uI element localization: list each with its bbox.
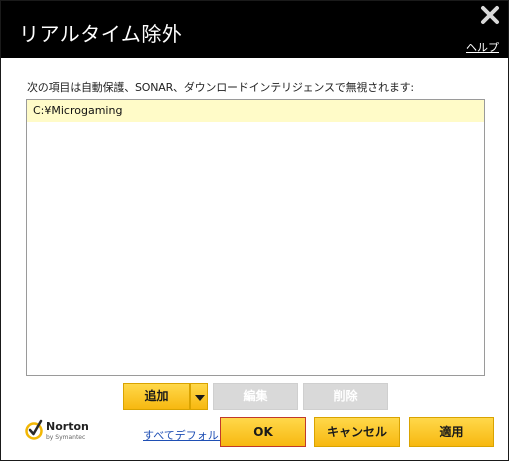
delete-button[interactable]: 削除 <box>303 383 388 410</box>
add-dropdown-button[interactable] <box>190 383 208 410</box>
norton-logo: Norton by Symantec <box>25 419 95 445</box>
ok-button[interactable]: OK <box>220 417 306 447</box>
chevron-down-icon <box>195 395 205 401</box>
apply-button[interactable]: 適用 <box>409 417 494 447</box>
brand-name: Norton <box>46 420 89 433</box>
exclusion-list[interactable]: C:¥Microgaming <box>26 99 485 376</box>
dialog-window: リアルタイム除外 ヘルプ 次の項目は自動保護、SONAR、ダウンロードインテリジ… <box>0 0 509 461</box>
description-text: 次の項目は自動保護、SONAR、ダウンロードインテリジェンスで無視されます: <box>27 81 414 94</box>
close-icon[interactable] <box>480 5 500 25</box>
window-title: リアルタイム除外 <box>19 22 183 46</box>
norton-check-icon <box>25 419 43 440</box>
title-bar: リアルタイム除外 ヘルプ <box>1 1 508 58</box>
list-item[interactable]: C:¥Microgaming <box>27 100 484 122</box>
cancel-button[interactable]: キャンセル <box>314 417 400 447</box>
add-button[interactable]: 追加 <box>123 383 190 410</box>
brand-subtitle: by Symantec <box>46 434 86 441</box>
edit-button[interactable]: 編集 <box>213 383 298 410</box>
all-defaults-link[interactable]: すべてデフォルト <box>143 427 230 443</box>
help-link[interactable]: ヘルプ <box>466 39 499 55</box>
